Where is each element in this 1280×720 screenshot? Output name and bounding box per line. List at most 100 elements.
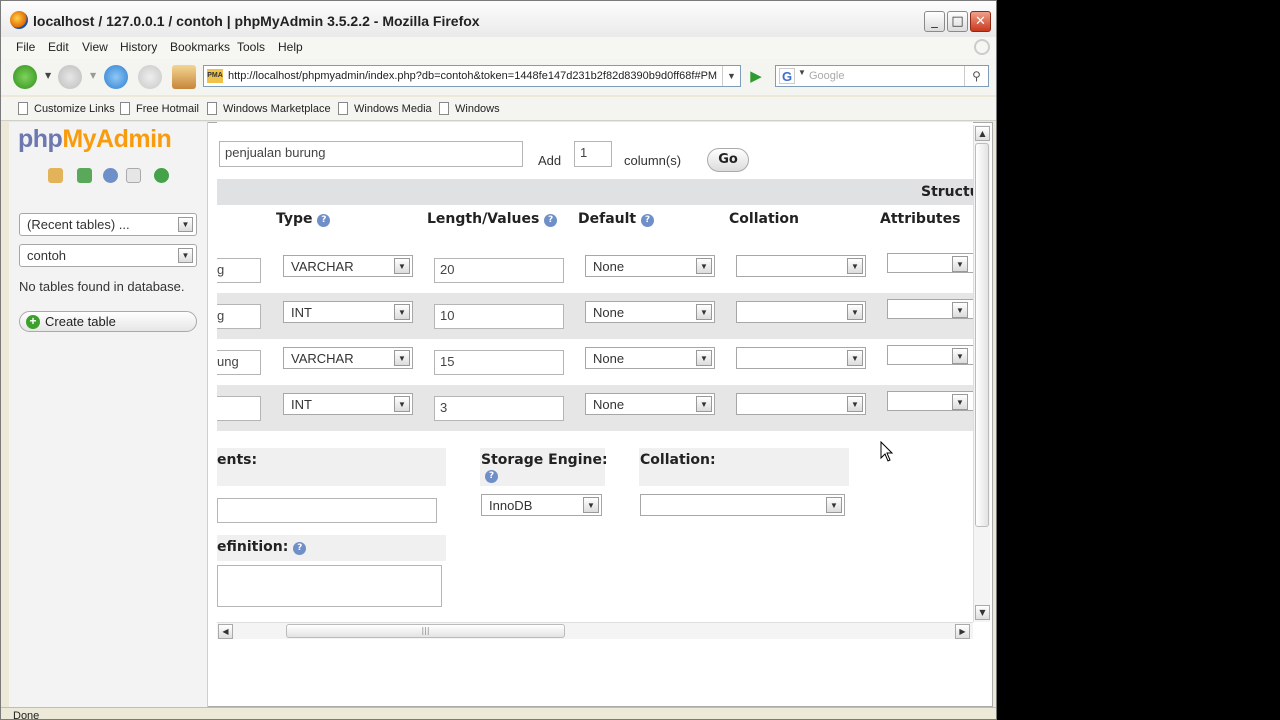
bookmark-windows-media[interactable]: Windows Media <box>338 102 432 115</box>
scroll-left-icon[interactable]: ◀ <box>218 624 233 639</box>
pma-navigation-pane <box>9 122 208 707</box>
help-icon[interactable]: ? <box>544 214 558 227</box>
search-placeholder[interactable]: Google <box>809 70 844 82</box>
help-icon[interactable]: ? <box>485 470 498 483</box>
column-name-input[interactable]: g <box>217 258 261 283</box>
url-bar[interactable]: PMA http://localhost/phpmyadmin/index.ph… <box>203 65 741 87</box>
column-length-input[interactable]: 10 <box>434 304 564 329</box>
column-default-select[interactable]: None ▼ <box>585 301 715 323</box>
chevron-down-icon: ▼ <box>394 258 410 274</box>
storage-engine-label: Storage Engine: <box>481 452 608 468</box>
column-collation-select[interactable]: ▼ <box>736 347 866 369</box>
menu-history[interactable]: History <box>120 40 157 54</box>
chevron-down-icon: ▼ <box>696 258 712 274</box>
column-attributes-select[interactable]: ▼ <box>887 391 973 411</box>
column-name-input[interactable]: ung <box>217 350 261 375</box>
scroll-up-icon[interactable]: ▲ <box>975 126 990 141</box>
menu-tools[interactable]: Tools <box>237 40 265 54</box>
vertical-scrollbar[interactable]: ▲ ▼ <box>973 125 990 622</box>
throbber-icon <box>974 39 990 55</box>
chevron-down-icon: ▼ <box>696 350 712 366</box>
partition-definition-textarea[interactable] <box>217 565 442 607</box>
column-default-select[interactable]: None ▼ <box>585 255 715 277</box>
collation-header: Collation <box>729 211 800 227</box>
column-type-select[interactable]: INT ▼ <box>283 301 413 323</box>
column-length-input[interactable]: 20 <box>434 258 564 283</box>
scroll-right-icon[interactable]: ▶ <box>955 624 970 639</box>
logout-icon[interactable] <box>77 168 92 183</box>
mouse-cursor-icon <box>880 441 894 462</box>
forward-history-dropdown-icon[interactable]: ▼ <box>90 71 96 80</box>
table-comments-label: ents: <box>217 452 258 468</box>
menu-help[interactable]: Help <box>278 40 303 54</box>
magnifier-icon[interactable]: ⚲ <box>964 66 988 86</box>
vertical-scroll-thumb[interactable] <box>975 143 989 527</box>
minimize-button[interactable]: _ <box>924 11 945 32</box>
documentation-icon[interactable] <box>126 168 141 183</box>
column-default-select[interactable]: None ▼ <box>585 393 715 415</box>
phpmyadmin-logo[interactable]: phpMyAdmin <box>18 125 172 154</box>
help-icon[interactable]: ? <box>293 542 307 555</box>
column-name-input[interactable] <box>217 396 261 421</box>
reload-icon[interactable] <box>104 65 128 89</box>
scroll-down-icon[interactable]: ▼ <box>975 605 990 620</box>
recent-tables-select[interactable]: (Recent tables) ... ▼ <box>19 213 197 236</box>
url-text[interactable]: http://localhost/phpmyadmin/index.php?db… <box>228 70 720 82</box>
url-dropdown-icon[interactable]: ▼ <box>722 66 740 86</box>
title-bar: localhost / 127.0.0.1 / contoh | phpMyAd… <box>1 1 996 41</box>
column-length-input[interactable]: 3 <box>434 396 564 421</box>
refresh-icon[interactable] <box>154 168 169 183</box>
bookmark-windows-marketplace[interactable]: Windows Marketplace <box>207 102 331 115</box>
column-name-input[interactable]: g <box>217 304 261 329</box>
close-button[interactable]: ✕ <box>970 11 991 32</box>
column-default-select[interactable]: None ▼ <box>585 347 715 369</box>
add-columns-input[interactable]: 1 <box>574 141 612 167</box>
chevron-down-icon: ▼ <box>952 302 968 318</box>
menu-file[interactable]: File <box>16 40 35 54</box>
database-select[interactable]: contoh ▼ <box>19 244 197 267</box>
horizontal-scroll-thumb[interactable]: ||| <box>286 624 565 638</box>
horizontal-scrollbar[interactable]: ◀ ||| ▶ <box>217 622 973 639</box>
search-engine-dropdown-icon[interactable]: ▼ <box>798 68 806 77</box>
home-icon[interactable] <box>48 168 63 183</box>
search-bar[interactable]: G ▼ Google ⚲ <box>775 65 989 87</box>
back-history-dropdown-icon[interactable]: ▼ <box>45 71 51 80</box>
column-type-select[interactable]: INT ▼ <box>283 393 413 415</box>
help-icon[interactable]: ? <box>641 214 654 227</box>
help-icon[interactable] <box>103 168 118 183</box>
attributes-header: Attributes <box>880 211 961 227</box>
column-attributes-select[interactable]: ▼ <box>887 345 973 365</box>
table-comments-input[interactable] <box>217 498 437 523</box>
column-attributes-select[interactable]: ▼ <box>887 253 973 273</box>
go-arrow-icon[interactable]: ▶ <box>747 67 765 85</box>
column-collation-select[interactable]: ▼ <box>736 393 866 415</box>
table-collation-select[interactable]: ▼ <box>640 494 845 516</box>
help-icon[interactable]: ? <box>317 214 331 227</box>
bookmark-customize-links[interactable]: Customize Links <box>18 102 115 115</box>
column-length-input[interactable]: 15 <box>434 350 564 375</box>
home-icon[interactable] <box>172 65 196 89</box>
chevron-down-icon: ▼ <box>394 304 410 320</box>
column-type-select[interactable]: VARCHAR ▼ <box>283 347 413 369</box>
forward-arrow-icon[interactable] <box>58 65 82 89</box>
menu-bookmarks[interactable]: Bookmarks <box>170 40 230 54</box>
back-arrow-icon[interactable] <box>13 65 37 89</box>
google-icon[interactable]: G <box>779 68 795 84</box>
column-type-select[interactable]: VARCHAR ▼ <box>283 255 413 277</box>
table-name-input[interactable]: penjualan burung <box>219 141 523 167</box>
partition-definition-panel: efinition: ? <box>217 535 446 561</box>
firefox-icon <box>10 11 28 29</box>
maximize-button[interactable]: □ <box>947 11 968 32</box>
column-collation-select[interactable]: ▼ <box>736 255 866 277</box>
menu-view[interactable]: View <box>82 40 108 54</box>
bookmark-windows[interactable]: Windows <box>439 102 500 115</box>
column-collation-select[interactable]: ▼ <box>736 301 866 323</box>
create-table-button[interactable]: + Create table <box>19 311 197 332</box>
window-title: localhost / 127.0.0.1 / contoh | phpMyAd… <box>33 13 480 29</box>
stop-icon[interactable] <box>138 65 162 89</box>
menu-edit[interactable]: Edit <box>48 40 69 54</box>
storage-engine-select[interactable]: InnoDB ▼ <box>481 494 602 516</box>
bookmark-free-hotmail[interactable]: Free Hotmail <box>120 102 199 115</box>
go-button[interactable]: Go <box>707 148 749 172</box>
column-attributes-select[interactable]: ▼ <box>887 299 973 319</box>
